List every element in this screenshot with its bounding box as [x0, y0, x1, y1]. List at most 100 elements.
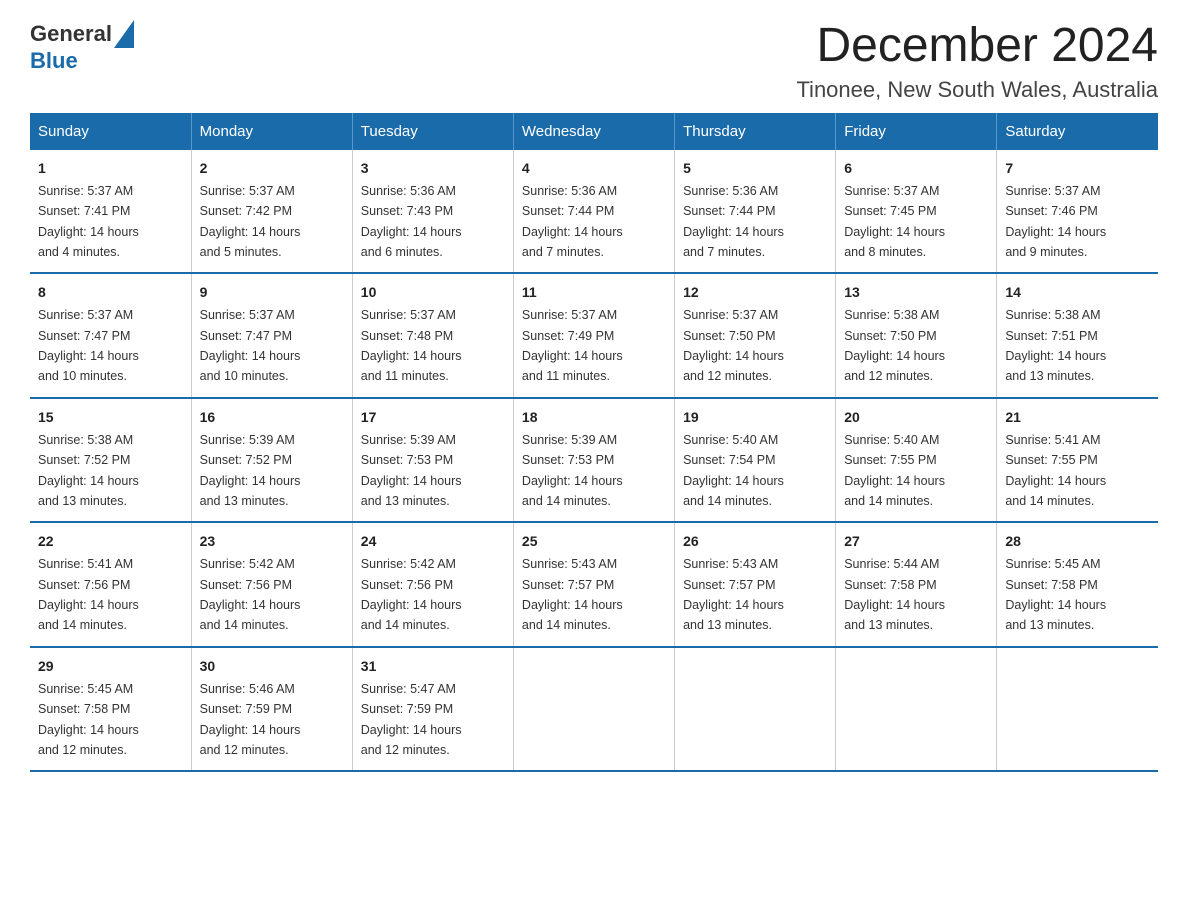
calendar-cell	[513, 647, 674, 772]
calendar-cell: 2 Sunrise: 5:37 AMSunset: 7:42 PMDaylight…	[191, 150, 352, 274]
day-number: 13	[844, 282, 988, 303]
day-info: Sunrise: 5:44 AMSunset: 7:58 PMDaylight:…	[844, 557, 945, 632]
day-info: Sunrise: 5:40 AMSunset: 7:55 PMDaylight:…	[844, 433, 945, 508]
day-number: 4	[522, 158, 666, 179]
day-info: Sunrise: 5:37 AMSunset: 7:50 PMDaylight:…	[683, 308, 784, 383]
day-info: Sunrise: 5:38 AMSunset: 7:50 PMDaylight:…	[844, 308, 945, 383]
day-number: 8	[38, 282, 183, 303]
header-sunday: Sunday	[30, 113, 191, 150]
day-number: 29	[38, 656, 183, 677]
day-number: 1	[38, 158, 183, 179]
day-info: Sunrise: 5:37 AMSunset: 7:41 PMDaylight:…	[38, 184, 139, 259]
calendar-cell: 5 Sunrise: 5:36 AMSunset: 7:44 PMDaylight…	[675, 150, 836, 274]
logo-blue-text: Blue	[30, 48, 78, 74]
calendar-cell: 25 Sunrise: 5:43 AMSunset: 7:57 PMDayligh…	[513, 522, 674, 647]
header-tuesday: Tuesday	[352, 113, 513, 150]
day-number: 9	[200, 282, 344, 303]
location-subtitle: Tinonee, New South Wales, Australia	[796, 77, 1158, 103]
logo-general-text: General	[30, 21, 112, 47]
calendar-cell: 6 Sunrise: 5:37 AMSunset: 7:45 PMDaylight…	[836, 150, 997, 274]
calendar-week-row: 15Sunrise: 5:38 AMSunset: 7:52 PMDayligh…	[30, 398, 1158, 523]
day-info: Sunrise: 5:36 AMSunset: 7:44 PMDaylight:…	[683, 184, 784, 259]
title-area: December 2024 Tinonee, New South Wales, …	[796, 20, 1158, 103]
calendar-cell: 19Sunrise: 5:40 AMSunset: 7:54 PMDayligh…	[675, 398, 836, 523]
calendar-week-row: 29 Sunrise: 5:45 AMSunset: 7:58 PMDayligh…	[30, 647, 1158, 772]
day-info: Sunrise: 5:37 AMSunset: 7:45 PMDaylight:…	[844, 184, 945, 259]
day-number: 17	[361, 407, 505, 428]
day-info: Sunrise: 5:38 AMSunset: 7:52 PMDaylight:…	[38, 433, 139, 508]
calendar-cell: 17 Sunrise: 5:39 AMSunset: 7:53 PMDayligh…	[352, 398, 513, 523]
calendar-cell: 4 Sunrise: 5:36 AMSunset: 7:44 PMDaylight…	[513, 150, 674, 274]
logo: General Blue	[30, 20, 134, 74]
header-thursday: Thursday	[675, 113, 836, 150]
calendar-cell: 12 Sunrise: 5:37 AMSunset: 7:50 PMDayligh…	[675, 273, 836, 398]
calendar-cell: 13 Sunrise: 5:38 AMSunset: 7:50 PMDayligh…	[836, 273, 997, 398]
day-number: 31	[361, 656, 505, 677]
calendar-week-row: 8 Sunrise: 5:37 AMSunset: 7:47 PMDaylight…	[30, 273, 1158, 398]
day-info: Sunrise: 5:36 AMSunset: 7:44 PMDaylight:…	[522, 184, 623, 259]
calendar-cell: 9 Sunrise: 5:37 AMSunset: 7:47 PMDaylight…	[191, 273, 352, 398]
calendar-cell: 20Sunrise: 5:40 AMSunset: 7:55 PMDayligh…	[836, 398, 997, 523]
day-info: Sunrise: 5:47 AMSunset: 7:59 PMDaylight:…	[361, 682, 462, 757]
header-monday: Monday	[191, 113, 352, 150]
calendar-week-row: 1 Sunrise: 5:37 AMSunset: 7:41 PMDaylight…	[30, 150, 1158, 274]
day-info: Sunrise: 5:46 AMSunset: 7:59 PMDaylight:…	[200, 682, 301, 757]
calendar-cell: 11 Sunrise: 5:37 AMSunset: 7:49 PMDayligh…	[513, 273, 674, 398]
day-info: Sunrise: 5:36 AMSunset: 7:43 PMDaylight:…	[361, 184, 462, 259]
calendar-cell: 15Sunrise: 5:38 AMSunset: 7:52 PMDayligh…	[30, 398, 191, 523]
calendar-cell: 31 Sunrise: 5:47 AMSunset: 7:59 PMDayligh…	[352, 647, 513, 772]
header-saturday: Saturday	[997, 113, 1158, 150]
header-friday: Friday	[836, 113, 997, 150]
calendar-cell: 16 Sunrise: 5:39 AMSunset: 7:52 PMDayligh…	[191, 398, 352, 523]
day-info: Sunrise: 5:39 AMSunset: 7:53 PMDaylight:…	[361, 433, 462, 508]
day-info: Sunrise: 5:39 AMSunset: 7:53 PMDaylight:…	[522, 433, 623, 508]
logo-flag-icon	[114, 20, 134, 48]
day-number: 30	[200, 656, 344, 677]
day-info: Sunrise: 5:43 AMSunset: 7:57 PMDaylight:…	[683, 557, 784, 632]
day-number: 2	[200, 158, 344, 179]
day-number: 26	[683, 531, 827, 552]
calendar-cell: 29 Sunrise: 5:45 AMSunset: 7:58 PMDayligh…	[30, 647, 191, 772]
day-info: Sunrise: 5:37 AMSunset: 7:47 PMDaylight:…	[200, 308, 301, 383]
calendar-cell: 10Sunrise: 5:37 AMSunset: 7:48 PMDayligh…	[352, 273, 513, 398]
day-number: 5	[683, 158, 827, 179]
day-info: Sunrise: 5:45 AMSunset: 7:58 PMDaylight:…	[1005, 557, 1106, 632]
day-number: 12	[683, 282, 827, 303]
day-info: Sunrise: 5:37 AMSunset: 7:47 PMDaylight:…	[38, 308, 139, 383]
day-number: 18	[522, 407, 666, 428]
day-number: 23	[200, 531, 344, 552]
day-info: Sunrise: 5:38 AMSunset: 7:51 PMDaylight:…	[1005, 308, 1106, 383]
day-info: Sunrise: 5:37 AMSunset: 7:42 PMDaylight:…	[200, 184, 301, 259]
day-number: 21	[1005, 407, 1150, 428]
calendar-cell: 1 Sunrise: 5:37 AMSunset: 7:41 PMDaylight…	[30, 150, 191, 274]
day-number: 22	[38, 531, 183, 552]
month-title: December 2024	[796, 20, 1158, 73]
day-number: 27	[844, 531, 988, 552]
day-number: 3	[361, 158, 505, 179]
day-number: 28	[1005, 531, 1150, 552]
day-number: 24	[361, 531, 505, 552]
day-info: Sunrise: 5:41 AMSunset: 7:55 PMDaylight:…	[1005, 433, 1106, 508]
page-header: General Blue December 2024 Tinonee, New …	[30, 20, 1158, 103]
day-number: 16	[200, 407, 344, 428]
calendar-week-row: 22Sunrise: 5:41 AMSunset: 7:56 PMDayligh…	[30, 522, 1158, 647]
day-info: Sunrise: 5:37 AMSunset: 7:48 PMDaylight:…	[361, 308, 462, 383]
day-info: Sunrise: 5:43 AMSunset: 7:57 PMDaylight:…	[522, 557, 623, 632]
calendar-cell: 24 Sunrise: 5:42 AMSunset: 7:56 PMDayligh…	[352, 522, 513, 647]
day-number: 25	[522, 531, 666, 552]
calendar-cell: 7Sunrise: 5:37 AMSunset: 7:46 PMDaylight…	[997, 150, 1158, 274]
calendar-cell: 23Sunrise: 5:42 AMSunset: 7:56 PMDayligh…	[191, 522, 352, 647]
calendar-cell: 28 Sunrise: 5:45 AMSunset: 7:58 PMDayligh…	[997, 522, 1158, 647]
calendar-cell: 26 Sunrise: 5:43 AMSunset: 7:57 PMDayligh…	[675, 522, 836, 647]
day-number: 11	[522, 282, 666, 303]
calendar-cell: 27 Sunrise: 5:44 AMSunset: 7:58 PMDayligh…	[836, 522, 997, 647]
calendar-cell	[997, 647, 1158, 772]
day-info: Sunrise: 5:42 AMSunset: 7:56 PMDaylight:…	[361, 557, 462, 632]
calendar-cell: 18 Sunrise: 5:39 AMSunset: 7:53 PMDayligh…	[513, 398, 674, 523]
day-info: Sunrise: 5:37 AMSunset: 7:49 PMDaylight:…	[522, 308, 623, 383]
calendar-cell: 3 Sunrise: 5:36 AMSunset: 7:43 PMDaylight…	[352, 150, 513, 274]
day-info: Sunrise: 5:45 AMSunset: 7:58 PMDaylight:…	[38, 682, 139, 757]
day-info: Sunrise: 5:40 AMSunset: 7:54 PMDaylight:…	[683, 433, 784, 508]
day-number: 6	[844, 158, 988, 179]
day-info: Sunrise: 5:39 AMSunset: 7:52 PMDaylight:…	[200, 433, 301, 508]
